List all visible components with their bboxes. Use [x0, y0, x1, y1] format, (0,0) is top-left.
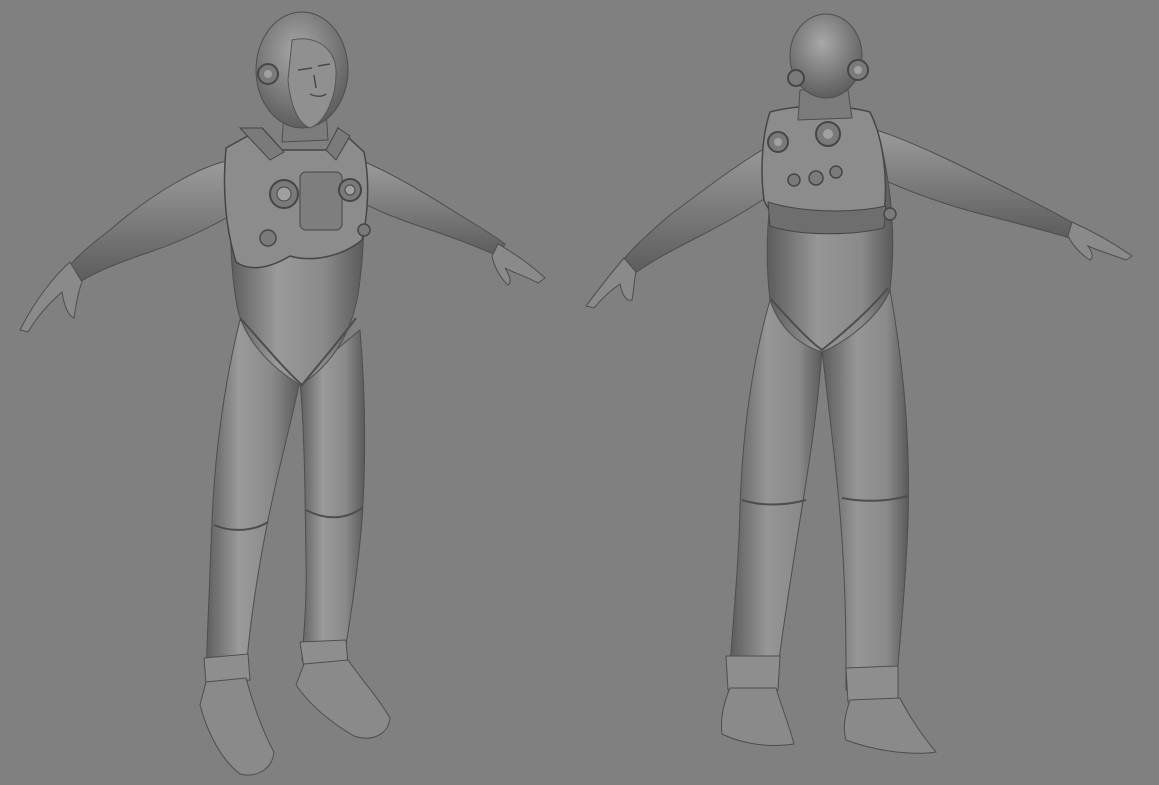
front-chest-knob — [259, 229, 277, 247]
character-back-view[interactable] — [585, 13, 1133, 754]
back-right-boot — [843, 697, 937, 754]
back-plate-knob-a — [787, 173, 801, 187]
3d-viewport[interactable] — [0, 0, 1159, 785]
front-chest-panel — [299, 171, 343, 231]
back-left-cuff — [725, 655, 781, 691]
back-right-hand — [1067, 221, 1133, 261]
front-left-hand — [19, 261, 83, 333]
front-right-leg — [299, 329, 366, 661]
front-right-arm — [354, 159, 506, 257]
back-ear-valve-left — [787, 69, 805, 87]
back-left-hand — [585, 257, 637, 309]
back-left-boot — [721, 687, 795, 747]
front-left-arm — [67, 159, 241, 283]
front-left-boot — [199, 677, 275, 776]
front-chest-knob-right — [357, 223, 371, 237]
back-plate-knob-c — [829, 165, 843, 179]
back-right-leg — [821, 289, 909, 691]
back-right-cuff — [845, 665, 899, 703]
back-plate-knob-side — [883, 207, 897, 221]
back-left-leg — [729, 299, 823, 669]
character-front-view[interactable] — [19, 11, 546, 776]
viewport-canvas — [19, 11, 1133, 776]
front-right-hand — [491, 243, 546, 286]
front-right-boot — [295, 659, 391, 739]
back-plate-knob-b — [808, 170, 824, 186]
back-right-arm — [869, 127, 1079, 239]
